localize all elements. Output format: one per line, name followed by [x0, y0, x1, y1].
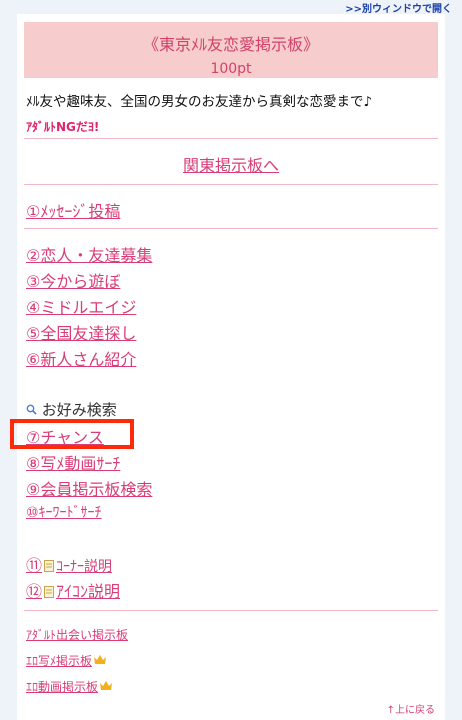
member-board-search-link[interactable]: ⑨会員掲示板検索: [26, 476, 152, 500]
back-to-top-link[interactable]: ↑上に戻る: [387, 701, 435, 716]
crown-icon: [94, 654, 107, 664]
memo-icon: [44, 583, 55, 598]
corner-number[interactable]: ⑪: [26, 556, 42, 575]
board-description: ﾒﾙ友や趣味友、全国の男女のお友達から真剣な恋愛まで♪: [26, 94, 373, 110]
menu-item-lover-friend[interactable]: ②恋人・友達募集: [26, 242, 152, 266]
top-bar: >>別ウィンドウで開く: [0, 0, 462, 15]
corner-explanation-row[interactable]: ⑪ ｺｰﾅｰ説明: [26, 552, 112, 576]
magnifier-icon: [26, 401, 42, 419]
erotic-video-board-link[interactable]: ｴﾛ動画掲示板: [26, 680, 98, 694]
keyword-search-link[interactable]: ⑩ｷｰﾜｰﾄﾞｻｰﾁ: [26, 502, 102, 522]
board-panel: 《東京ﾒﾙ友恋愛掲示板》 100pt ﾒﾙ友や趣味友、全国の男女のお友達から真剣…: [17, 14, 445, 720]
menu-item-nationwide[interactable]: ⑤全国友達探し: [26, 320, 136, 344]
highlight-box: [10, 419, 134, 449]
crown-icon: [100, 680, 113, 690]
erotic-photo-board-row[interactable]: ｴﾛ写ﾒ掲示板: [26, 652, 107, 669]
kanto-board-link[interactable]: 関東掲示板へ: [17, 152, 445, 176]
open-new-window-link[interactable]: >>別ウィンドウで開く: [345, 0, 452, 15]
board-points: 100pt: [210, 61, 252, 77]
preference-search-row[interactable]: お好み検索: [26, 399, 117, 420]
memo-icon: [44, 557, 55, 572]
corner-explanation-link[interactable]: ｺｰﾅｰ説明: [56, 559, 112, 575]
icon-explanation-link[interactable]: ｱｲｺﾝ説明: [56, 582, 120, 601]
photo-video-search-link[interactable]: ⑧写ﾒ動画ｻｰﾁ: [26, 450, 120, 474]
divider: [24, 138, 438, 139]
adult-meet-board-link[interactable]: ｱﾀﾞﾙﾄ出会い掲示板: [26, 626, 128, 643]
message-post-link[interactable]: ①ﾒｯｾｰｼﾞ投稿: [26, 198, 120, 222]
board-title-box: 《東京ﾒﾙ友恋愛掲示板》 100pt: [24, 22, 438, 78]
erotic-video-board-row[interactable]: ｴﾛ動画掲示板: [26, 678, 113, 695]
divider: [24, 228, 438, 229]
board-title: 《東京ﾒﾙ友恋愛掲示板》: [142, 35, 319, 54]
divider: [24, 184, 438, 185]
divider: [24, 610, 438, 611]
icon-explanation-row[interactable]: ⑫ ｱｲｺﾝ説明: [26, 578, 120, 602]
adult-ng-note: ｱﾀﾞﾙﾄNGだﾖ!: [26, 120, 100, 134]
erotic-photo-board-link[interactable]: ｴﾛ写ﾒ掲示板: [26, 654, 92, 668]
icon-number[interactable]: ⑫: [26, 582, 42, 601]
menu-item-play-now[interactable]: ③今から遊ぼ: [26, 268, 120, 292]
preference-search-label: お好み検索: [41, 401, 117, 419]
menu-item-middle-age[interactable]: ④ミドルエイジ: [26, 294, 136, 318]
menu-item-newcomer[interactable]: ⑥新人さん紹介: [26, 346, 136, 370]
